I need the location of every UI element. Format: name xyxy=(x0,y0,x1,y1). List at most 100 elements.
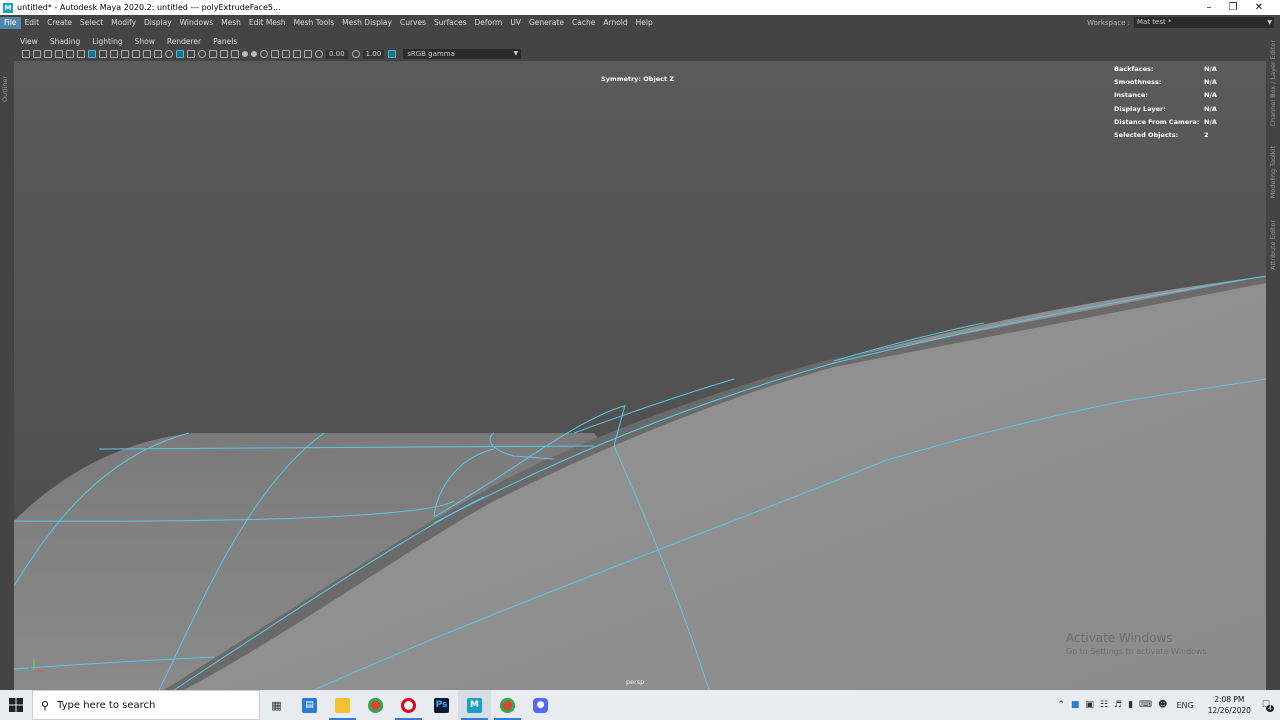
menu-mesh-display[interactable]: Mesh Display xyxy=(338,17,396,29)
tab-channel-box[interactable]: Channel Box / Layer Editor xyxy=(1269,40,1277,127)
notification-icon[interactable]: ☐ 4 xyxy=(1262,700,1274,712)
grid-icon[interactable] xyxy=(88,50,96,58)
exposure-field[interactable]: 0.00 xyxy=(326,49,348,59)
gamma-icon[interactable] xyxy=(351,50,360,58)
menu-surfaces[interactable]: Surfaces xyxy=(430,17,470,29)
activate-windows-watermark: Activate Windows Go to Settings to activ… xyxy=(1066,631,1209,656)
heads-up-display: Backfaces: N/A Smoothness: N/A Instance: N/… xyxy=(1114,62,1217,142)
close-icon[interactable]: ✕ xyxy=(1246,0,1272,15)
film-gate-icon[interactable] xyxy=(99,50,107,58)
menu-edit[interactable]: Edit xyxy=(21,17,44,29)
panel-menu-show[interactable]: Show xyxy=(129,37,161,46)
tab-modeling-toolkit[interactable]: Modeling Toolkit xyxy=(1269,146,1277,198)
menu-deform[interactable]: Deform xyxy=(470,17,506,29)
network-icon[interactable]: ☷ xyxy=(1100,700,1108,710)
safe-title-icon[interactable] xyxy=(154,50,162,58)
minimize-icon[interactable]: – xyxy=(1196,0,1222,15)
textured-icon[interactable] xyxy=(198,50,206,58)
start-button[interactable] xyxy=(0,690,32,720)
taskbar-search-box[interactable]: ⚲ Type here to search xyxy=(32,690,260,720)
panel-menu-view[interactable]: View xyxy=(14,37,44,46)
motion-blur-icon[interactable] xyxy=(242,51,248,57)
panel-menu-shading[interactable]: Shading xyxy=(44,37,86,46)
smooth-shade-icon[interactable] xyxy=(176,50,184,58)
menu-generate[interactable]: Generate xyxy=(525,17,568,29)
system-tray: ⌃ ■ ▣ ☷ ♬ ▮ ⌨ ☻ ENG 2:08 PM 12/26/2020 ☐… xyxy=(1054,690,1280,720)
menu-help[interactable]: Help xyxy=(632,17,657,29)
taskbar-clock[interactable]: 2:08 PM 12/26/2020 xyxy=(1208,694,1251,716)
taskbar-app-chrome[interactable] xyxy=(359,690,392,720)
grease-pencil-icon[interactable] xyxy=(66,50,74,58)
menu-create[interactable]: Create xyxy=(43,17,76,29)
taskbar-app-chrome-2[interactable] xyxy=(491,690,524,720)
image-plane-icon[interactable] xyxy=(55,50,63,58)
panel-menu-lighting[interactable]: Lighting xyxy=(86,37,128,46)
hud-row: Backfaces: N/A xyxy=(1114,62,1217,75)
panel-menu-renderer[interactable]: Renderer xyxy=(161,37,207,46)
field-chart-icon[interactable] xyxy=(132,50,140,58)
monitor-icon[interactable]: ▣ xyxy=(1085,700,1094,710)
menu-cache[interactable]: Cache xyxy=(568,17,599,29)
color-space-dropdown[interactable]: sRGB gamma ▼ xyxy=(403,49,522,59)
keyboard-icon[interactable]: ⌨ xyxy=(1139,700,1152,710)
menu-curves[interactable]: Curves xyxy=(396,17,430,29)
menu-uv[interactable]: UV xyxy=(506,17,525,29)
taskbar-app-photoshop[interactable]: Ps xyxy=(425,690,458,720)
default-material-icon[interactable] xyxy=(187,50,195,58)
file-explorer-icon xyxy=(335,697,350,713)
menu-windows[interactable]: Windows xyxy=(176,17,217,29)
color-management-icon[interactable] xyxy=(388,50,397,58)
menu-file[interactable]: File xyxy=(0,16,21,29)
two-d-pan-icon[interactable] xyxy=(77,50,85,58)
shadows-icon[interactable] xyxy=(220,50,228,58)
taskbar-app-explorer[interactable] xyxy=(326,690,359,720)
language-indicator[interactable]: ENG xyxy=(1176,701,1193,710)
bookmark-icon[interactable] xyxy=(44,50,52,58)
battery-icon[interactable]: ▮ xyxy=(1128,700,1133,710)
tab-outliner[interactable]: Outliner xyxy=(1,76,9,102)
use-all-lights-icon[interactable] xyxy=(209,50,217,58)
gamma-field[interactable]: 1.00 xyxy=(362,49,385,59)
camera-attributes-icon[interactable] xyxy=(33,50,41,58)
xray-components-icon[interactable] xyxy=(304,50,312,58)
isolate-select-icon[interactable] xyxy=(271,50,279,58)
workspace-label: Workspace : xyxy=(1087,18,1130,27)
safe-action-icon[interactable] xyxy=(143,50,151,58)
volume-icon[interactable]: ♬ xyxy=(1114,700,1122,710)
taskbar-app-discord[interactable]: ● xyxy=(524,690,557,720)
menu-edit-mesh[interactable]: Edit Mesh xyxy=(245,17,290,29)
menu-mesh-tools[interactable]: Mesh Tools xyxy=(290,17,339,29)
workspace-dropdown[interactable]: Mat test * ▼ xyxy=(1134,17,1274,28)
search-placeholder: Type here to search xyxy=(57,699,156,711)
multisample-icon[interactable] xyxy=(251,51,257,57)
people-icon[interactable]: ☻ xyxy=(1158,700,1167,710)
hud-value: N/A xyxy=(1204,77,1217,86)
task-view-button[interactable]: ▦ xyxy=(260,690,293,720)
tray-chevron-up-icon[interactable]: ⌃ xyxy=(1057,700,1065,710)
hud-value: N/A xyxy=(1204,91,1217,100)
taskbar-app-network[interactable]: ▤ xyxy=(293,690,326,720)
exposure-icon[interactable] xyxy=(315,50,323,58)
wireframe-icon[interactable] xyxy=(165,50,173,58)
taskbar-app-maya[interactable]: M xyxy=(458,690,491,720)
resolution-gate-icon[interactable] xyxy=(110,50,118,58)
depth-of-field-icon[interactable] xyxy=(260,50,268,58)
hud-value: 2 xyxy=(1204,131,1209,140)
restore-icon[interactable]: ❐ xyxy=(1220,0,1246,15)
viewport-persp[interactable]: Symmetry: Object Z Backfaces: N/A Smoothn… xyxy=(14,61,1266,690)
menu-select[interactable]: Select xyxy=(76,17,107,29)
xray-icon[interactable] xyxy=(282,50,290,58)
panel-menu-panels[interactable]: Panels xyxy=(207,37,243,46)
gate-mask-icon[interactable] xyxy=(121,50,129,58)
maya-icon: M xyxy=(467,697,482,713)
select-camera-icon[interactable] xyxy=(22,50,30,58)
xray-joints-icon[interactable] xyxy=(293,50,301,58)
menu-arnold[interactable]: Arnold xyxy=(599,17,631,29)
menu-mesh[interactable]: Mesh xyxy=(217,17,245,29)
tray-app-icon[interactable]: ■ xyxy=(1071,700,1080,710)
tab-attribute-editor[interactable]: Attribute Editor xyxy=(1269,220,1277,270)
taskbar-app-opera[interactable] xyxy=(392,690,425,720)
screen-space-ao-icon[interactable] xyxy=(231,50,239,58)
menu-modify[interactable]: Modify xyxy=(107,17,140,29)
menu-display[interactable]: Display xyxy=(140,17,176,29)
